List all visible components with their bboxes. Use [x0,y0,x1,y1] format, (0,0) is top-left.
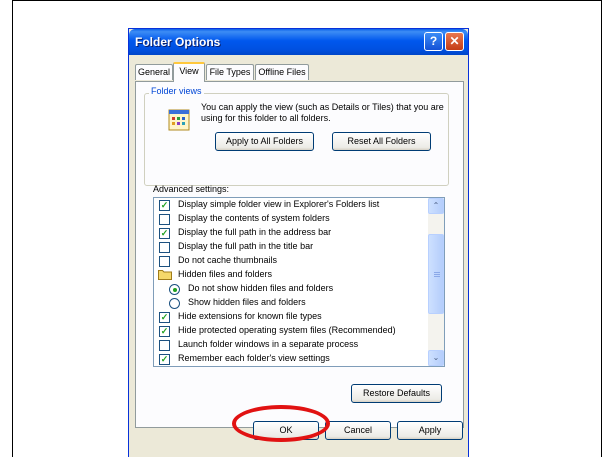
folder-view-icon [168,109,190,131]
list-item-label: Launch folder windows in a separate proc… [178,339,359,349]
checkbox-checked[interactable]: ✓ [159,228,170,239]
folder-icon [158,270,172,280]
list-item-label: Display the full path in the title bar [178,241,314,251]
title-bar[interactable]: Folder Options ? ✕ [129,29,468,55]
reset-all-folders-button[interactable]: Reset All Folders [332,132,431,151]
list-item[interactable]: Show hidden files and folders [156,296,426,310]
checkbox-unchecked[interactable] [159,256,170,267]
list-item-label: Do not show hidden files and folders [188,283,334,293]
list-item[interactable]: ✓ Hide extensions for known file types [156,310,426,324]
checkbox-checked[interactable]: ✓ [159,312,170,323]
vertical-scrollbar[interactable]: ⌃ ⌄ [428,198,444,366]
checkbox-checked[interactable]: ✓ [159,200,170,211]
advanced-settings-list[interactable]: ✓ Display simple folder view in Explorer… [153,197,445,367]
close-button[interactable]: ✕ [445,32,464,51]
list-item[interactable]: Launch folder windows in a separate proc… [156,338,426,352]
scrollbar-thumb[interactable] [428,234,444,314]
list-item[interactable]: ✓ Remember each folder's view settings [156,352,426,366]
list-item[interactable]: Do not show hidden files and folders [156,282,426,296]
list-item[interactable]: ✓ Display simple folder view in Explorer… [156,198,426,212]
tab-offline-files[interactable]: Offline Files [255,64,309,80]
checkbox-checked[interactable]: ✓ [159,354,170,365]
grip-line [434,272,440,273]
scroll-up-arrow-icon[interactable]: ⌃ [428,198,444,214]
list-item-label: Display the contents of system folders [178,213,330,223]
list-item-label: Display the full path in the address bar [178,227,332,237]
list-item-label: Hide protected operating system files (R… [178,325,396,335]
apply-button[interactable]: Apply [397,421,463,440]
list-item-group: Hidden files and folders [156,268,426,282]
list-item-label: Display simple folder view in Explorer's… [178,199,380,209]
checkbox-unchecked[interactable] [159,340,170,351]
radio-unselected[interactable] [169,298,180,309]
dialog-title: Folder Options [135,35,221,49]
tab-file-types[interactable]: File Types [206,64,254,80]
list-item-label: Hidden files and folders [178,269,273,279]
checkbox-unchecked[interactable] [159,242,170,253]
ok-button[interactable]: OK [253,421,319,440]
apply-to-all-folders-button[interactable]: Apply to All Folders [215,132,314,151]
radio-selected[interactable] [169,284,180,295]
list-item-label: Hide extensions for known file types [178,311,322,321]
list-item-label: Show hidden files and folders [188,297,306,307]
list-item[interactable]: Display the contents of system folders [156,212,426,226]
folder-options-dialog: Folder Options ? ✕ General View File Typ… [128,28,469,457]
scroll-down-arrow-icon[interactable]: ⌄ [428,350,444,366]
list-item[interactable]: Display the full path in the title bar [156,240,426,254]
tab-general[interactable]: General [135,64,173,80]
list-item[interactable]: ✓ Display the full path in the address b… [156,226,426,240]
list-item-label: Do not cache thumbnails [178,255,278,265]
list-item-label: Remember each folder's view settings [178,353,330,363]
checkbox-checked[interactable]: ✓ [159,326,170,337]
checkbox-unchecked[interactable] [159,214,170,225]
folder-views-label: Folder views [149,86,204,96]
folder-views-description: You can apply the view (such as Details … [201,102,444,123]
tab-view[interactable]: View [173,62,205,82]
cancel-button[interactable]: Cancel [325,421,391,440]
list-item[interactable]: ✓ Hide protected operating system files … [156,324,426,338]
grip-line [434,274,440,275]
list-item[interactable]: Do not cache thumbnails [156,254,426,268]
help-button[interactable]: ? [424,32,443,51]
advanced-settings-label: Advanced settings: [153,184,230,194]
restore-defaults-button[interactable]: Restore Defaults [351,384,442,403]
grip-line [434,276,440,277]
